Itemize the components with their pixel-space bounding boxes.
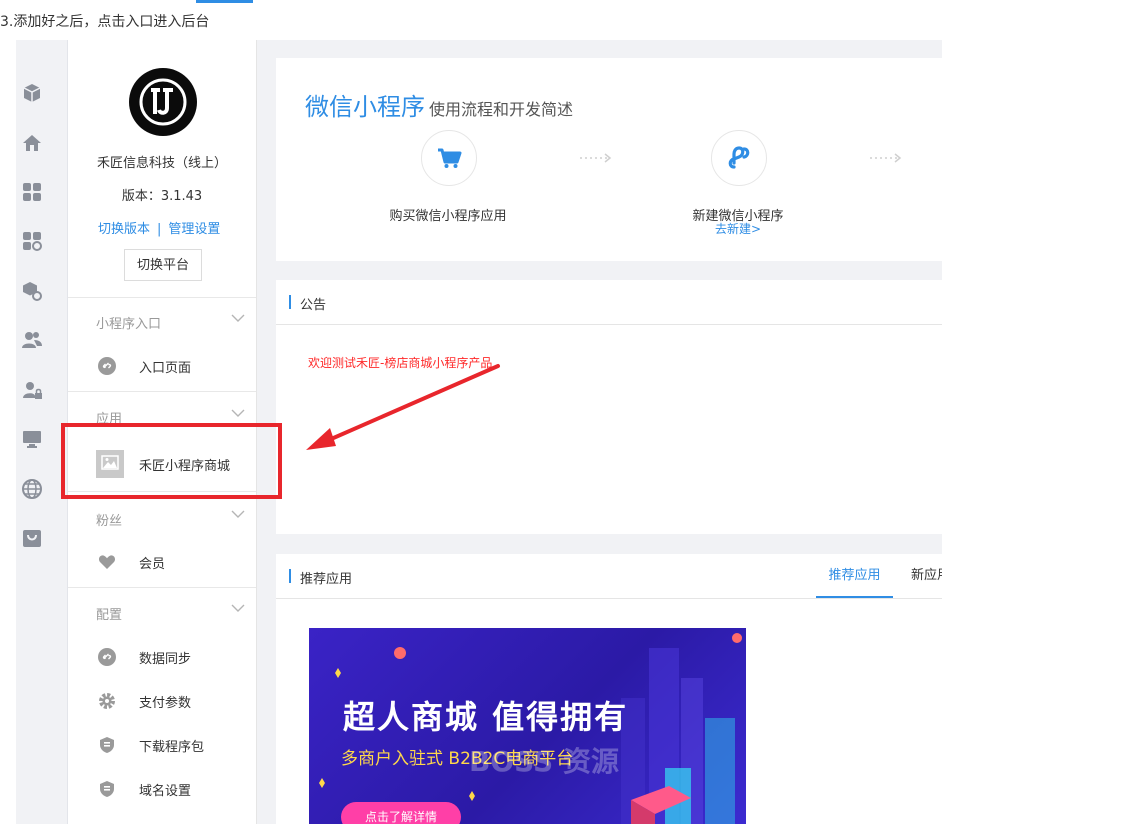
org-name: 禾匠信息科技（线上）	[96, 156, 227, 171]
flow-subtitle: 使用流程和开发简述	[429, 100, 574, 119]
sidebar-item-data-sync[interactable]: 数据同步	[68, 641, 256, 673]
sidebar-item-label: 入口页面	[139, 361, 192, 376]
manage-settings-link[interactable]: 管理设置	[168, 222, 220, 237]
sidebar-item-label: 域名设置	[139, 784, 192, 799]
users-icon[interactable]	[20, 328, 44, 352]
dotted-arrow-icon	[870, 153, 902, 163]
heart-icon	[98, 555, 116, 569]
cart-icon	[438, 148, 462, 168]
banner-headline: 超人商城 值得拥有	[343, 698, 629, 736]
shop-bag-icon[interactable]	[20, 526, 44, 550]
sidebar-item-domain-settings[interactable]: 域名设置	[68, 773, 256, 805]
header-accent-bar	[289, 295, 291, 309]
cube-icon[interactable]	[20, 81, 44, 105]
package-settings-icon[interactable]	[20, 279, 44, 303]
link-separator: |	[157, 222, 162, 237]
version-links: 切换版本 | 管理设置	[98, 218, 220, 237]
brand-logo	[129, 68, 197, 136]
header-accent-bar	[289, 569, 291, 583]
annotation-arrow-icon	[306, 364, 500, 450]
step-new-mini-program[interactable]	[711, 130, 767, 186]
shield-icon	[100, 781, 114, 797]
switch-platform-button[interactable]: 切换平台	[124, 249, 202, 281]
chevron-down-icon[interactable]	[231, 603, 245, 613]
notice-header: 公告	[276, 280, 942, 325]
monitor-icon[interactable]	[20, 427, 44, 451]
sidebar-item-label: 支付参数	[139, 696, 192, 711]
step-buy-app-label: 购买微信小程序应用	[389, 209, 507, 224]
section-title-fans: 粉丝	[96, 514, 123, 529]
notice-title: 公告	[300, 298, 327, 313]
section-title-entry: 小程序入口	[96, 317, 162, 332]
watermark-text: BOSS 资源	[469, 745, 619, 778]
flow-title: 微信小程序 使用流程和开发简述	[305, 87, 573, 122]
mini-program-icon	[728, 146, 750, 169]
promo-banner[interactable]: 超人商城 值得拥有 多商户入驻式 B2B2C电商平台 BOSS 资源 点击了解详…	[309, 628, 746, 824]
apps-settings-icon[interactable]	[20, 229, 44, 253]
apps-grid-icon[interactable]	[20, 180, 44, 204]
sidebar-item-payment-params[interactable]: 支付参数	[68, 685, 256, 717]
tab-recommended[interactable]: 推荐应用	[816, 554, 893, 598]
user-lock-icon[interactable]	[20, 378, 44, 402]
sidebar-item-entry-page[interactable]: 入口页面	[68, 350, 256, 382]
create-new-link[interactable]: 去新建>	[662, 220, 814, 237]
section-divider	[68, 297, 256, 298]
home-icon[interactable]	[20, 131, 44, 155]
sidebar-item-label: 数据同步	[139, 652, 192, 667]
gear-icon	[99, 693, 115, 709]
flow-title-main: 微信小程序	[305, 93, 425, 121]
chevron-down-icon[interactable]	[231, 509, 245, 519]
step-buy-app[interactable]	[421, 130, 477, 186]
switch-version-link[interactable]: 切换版本	[98, 222, 150, 237]
highlight-box	[61, 423, 282, 499]
sidebar-item-label: 下载程序包	[139, 740, 205, 755]
recommend-card: 推荐应用 推荐应用 新应用	[276, 554, 942, 824]
recommend-header: 推荐应用 推荐应用 新应用	[276, 554, 942, 599]
chevron-down-icon[interactable]	[231, 408, 245, 418]
sidebar-item-download-package[interactable]: 下载程序包	[68, 729, 256, 761]
link-icon	[98, 648, 116, 666]
shield-icon	[100, 737, 114, 753]
section-divider	[68, 587, 256, 588]
banner-detail-button[interactable]: 点击了解详情	[341, 802, 461, 824]
tab-new-apps[interactable]: 新应用	[911, 554, 942, 598]
page-caption: 3.添加好之后，点击入口进入后台	[0, 14, 210, 30]
sidebar-item-label: 会员	[139, 557, 166, 572]
chevron-down-icon[interactable]	[231, 313, 245, 323]
section-title-config: 配置	[96, 608, 123, 623]
dotted-arrow-icon	[580, 153, 612, 163]
flow-card: 微信小程序 使用流程和开发简述 购买微信小程序应用 新建微信小程序 去新建>	[276, 58, 942, 261]
version-text: 版本：3.1.43	[121, 189, 203, 204]
globe-icon[interactable]	[20, 477, 44, 501]
sidebar-item-members[interactable]: 会员	[68, 546, 256, 578]
section-divider	[68, 391, 256, 392]
caption-accent-bar	[196, 0, 253, 3]
link-icon	[98, 357, 116, 375]
recommend-title: 推荐应用	[300, 572, 353, 587]
